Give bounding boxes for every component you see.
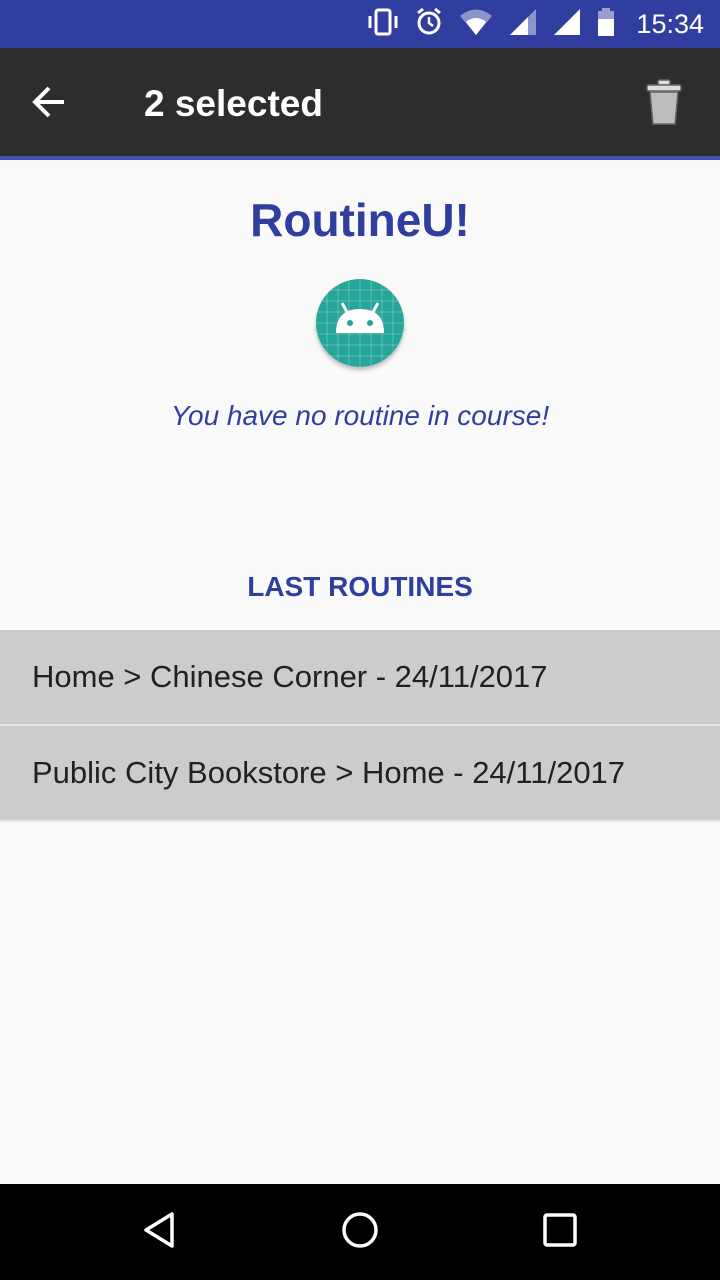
android-logo-icon [316, 279, 404, 367]
signal-icon [508, 7, 538, 42]
action-bar-divider [0, 156, 720, 160]
status-bar: 15:34 [0, 0, 720, 48]
status-time: 15:34 [636, 8, 704, 39]
navigation-bar [0, 1184, 720, 1280]
delete-button[interactable] [632, 72, 696, 136]
arrow-back-icon [30, 82, 70, 127]
routine-list: Home > Chinese Corner - 24/11/2017 Publi… [0, 630, 720, 822]
app-title: RoutineU! [250, 194, 470, 246]
back-button[interactable] [18, 72, 82, 136]
nav-recents-button[interactable] [530, 1202, 590, 1262]
battery-icon [596, 7, 616, 42]
signal-icon [552, 7, 582, 42]
list-item[interactable]: Home > Chinese Corner - 24/11/2017 [0, 630, 720, 726]
wifi-icon [458, 7, 494, 42]
empty-routine-message: You have no routine in course! [170, 400, 550, 431]
list-item[interactable]: Public City Bookstore > Home - 24/11/201… [0, 726, 720, 822]
nav-back-button[interactable] [130, 1202, 190, 1262]
contextual-action-bar: 2 selected [0, 48, 720, 156]
vibrate-icon [366, 7, 400, 42]
back-triangle-icon [140, 1210, 180, 1255]
alarm-icon [414, 7, 444, 42]
status-icons: 15:34 [366, 0, 704, 48]
home-circle-icon [340, 1210, 380, 1255]
nav-home-button[interactable] [330, 1202, 390, 1262]
selection-count-title: 2 selected [144, 83, 323, 124]
recents-square-icon [540, 1210, 580, 1255]
trash-icon [644, 78, 684, 131]
last-routines-header: LAST ROUTINES [247, 571, 473, 602]
